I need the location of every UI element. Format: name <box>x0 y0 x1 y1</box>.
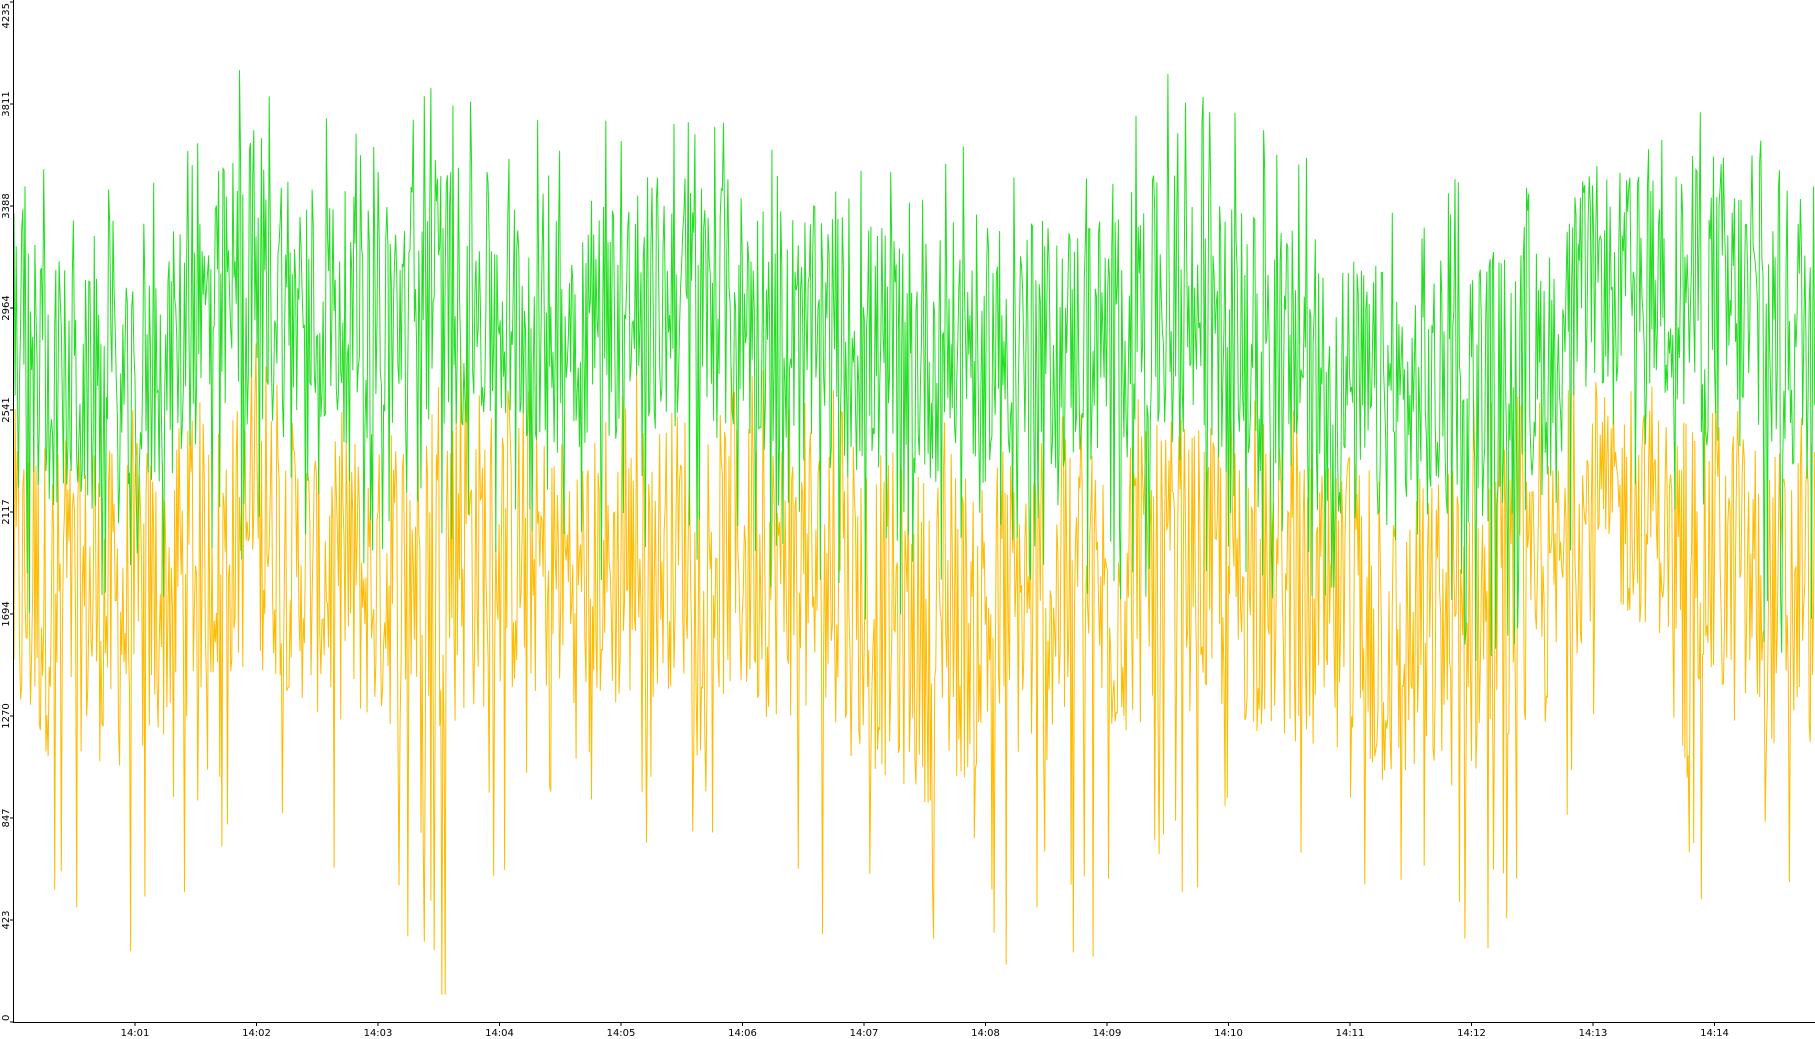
x-tick-label: 14:03 <box>364 1028 393 1039</box>
x-tick-label: 14:10 <box>1214 1028 1243 1039</box>
y-tick-label: 2964 <box>1 295 12 320</box>
y-tick-label: 1694 <box>1 601 12 626</box>
x-tick-label: 14:02 <box>242 1028 271 1039</box>
x-tick-label: 14:12 <box>1457 1028 1486 1039</box>
x-tick-label: 14:08 <box>971 1028 1000 1039</box>
x-tick-label: 14:04 <box>485 1028 514 1039</box>
y-tick-label: 3388 <box>1 193 12 218</box>
y-tick-label: 3811 <box>1 91 12 116</box>
x-tick-label: 14:11 <box>1336 1028 1365 1039</box>
y-tick-label: 4235 <box>1 3 12 28</box>
y-tick-label: 2541 <box>1 397 12 422</box>
series-line-orange <box>13 343 1815 995</box>
line-chart: 0 423 847 1270 1694 2117 2541 2964 3388 3811 4235 … <box>0 0 1815 1039</box>
x-tick-label: 14:09 <box>1093 1028 1122 1039</box>
y-tick-label: 0 <box>1 1015 12 1021</box>
y-tick-label: 2117 <box>1 499 12 524</box>
x-tick-label: 14:14 <box>1700 1028 1729 1039</box>
y-tick-label: 847 <box>1 808 12 827</box>
series-layer <box>13 70 1815 995</box>
x-tick-label: 14:01 <box>121 1028 150 1039</box>
y-tick-label: 423 <box>1 910 12 929</box>
chart-canvas: 042384712701694211725412964338838114235 … <box>1 0 1815 1039</box>
x-tick-label: 14:05 <box>607 1028 636 1039</box>
x-tick-label: 14:06 <box>728 1028 757 1039</box>
y-tick-labels: 0 423 847 1270 1694 2117 2541 2964 3388 3811 4235 <box>1 1 14 1023</box>
x-tick-label: 14:13 <box>1579 1028 1608 1039</box>
y-tick-label: 1270 <box>1 703 12 728</box>
x-tick-label: 14:07 <box>850 1028 879 1039</box>
x-tick-labels: 14:01 14:02 14:03 14:04 14:05 14:06 14:07 14:08… <box>121 1022 1729 1039</box>
